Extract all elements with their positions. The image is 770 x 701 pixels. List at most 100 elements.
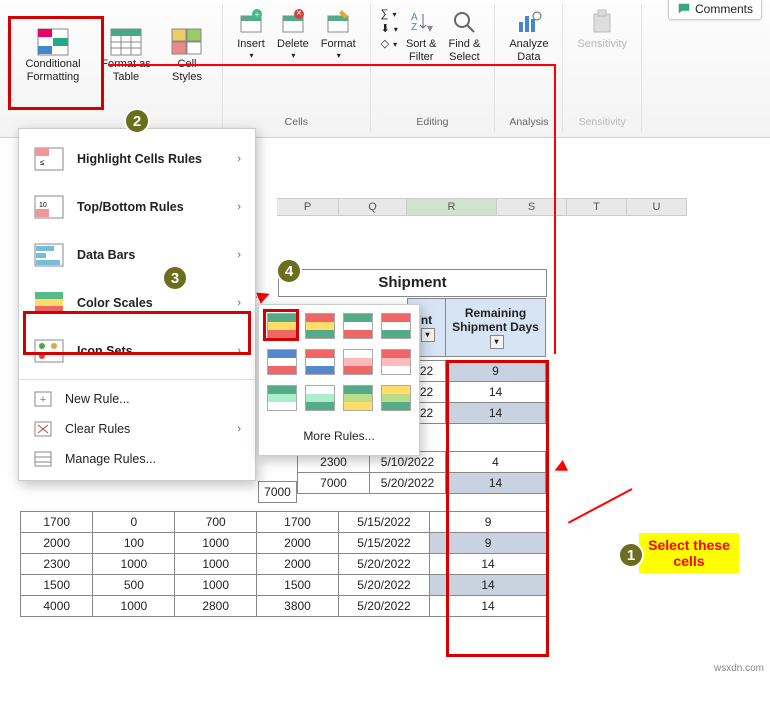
sensitivity-icon [588,8,616,36]
scale-gw[interactable] [267,385,297,411]
scale-wg[interactable] [305,385,335,411]
menu-color-scales[interactable]: Color Scales › [19,279,255,327]
format-label: Format [321,38,356,51]
menu-icon-sets[interactable]: Icon Sets › [19,327,255,375]
table-row: 229 [408,361,546,382]
scale-gyr[interactable] [267,313,297,339]
sort-filter-button[interactable]: AZ Sort & Filter [400,4,443,68]
column-headers: P Q R S T U [277,198,687,216]
col-Q[interactable]: Q [339,199,407,216]
conditional-formatting-label: Conditional Formatting [25,58,80,84]
scale-rw[interactable] [381,349,411,375]
arrow-3-head [256,288,272,304]
table-left-partial: 7000 [258,481,297,503]
cell-styles-button[interactable]: Cell Styles [160,24,214,88]
more-rules-button[interactable]: More Rules... [267,425,411,447]
arrow-1-head [552,460,568,476]
top-bottom-icon: 10 [33,193,65,221]
menu-iconsets-label: Icon Sets [77,344,225,358]
delete-button[interactable]: × Delete▾ [271,4,315,64]
table-row: 23001000100020005/20/202214 [21,554,547,575]
arrow-top-v [554,64,556,354]
chevron-right-icon: › [237,249,241,261]
watermark: wsxdn.com [714,663,764,674]
menu-databars-label: Data Bars [77,248,225,262]
delete-label: Delete [277,38,309,51]
more-rules-label: More Rules... [303,429,374,443]
comments-label: Comments [695,2,753,16]
conditional-formatting-menu: ≤ Highlight Cells Rules › 10 Top/Bottom … [18,128,256,481]
svg-text:+: + [40,394,46,406]
filter-button[interactable]: ▾ [421,328,435,342]
table-title: Shipment [278,269,547,297]
menu-top-bottom[interactable]: 10 Top/Bottom Rules › [19,183,255,231]
format-icon [324,8,352,36]
scale-wr[interactable] [343,349,373,375]
menu-separator [19,379,255,380]
col-S[interactable]: S [497,199,567,216]
svg-text:×: × [296,8,302,19]
icon-sets-icon [33,337,65,365]
manage-rules-icon [33,450,53,468]
find-select-button[interactable]: Find & Select [443,4,487,68]
group-cells-label: Cells [285,116,308,128]
menu-highlight-label: Highlight Cells Rules [77,152,225,166]
table-row: 1700070017005/15/20229 [21,512,547,533]
sensitivity-button: Sensitivity [571,4,633,55]
comments-button[interactable]: Comments [668,0,762,20]
menu-highlight-cells[interactable]: ≤ Highlight Cells Rules › [19,135,255,183]
scale-rwg[interactable] [381,313,411,339]
autosum-button[interactable]: ∑ ▾ [381,8,398,20]
analyze-data-button[interactable]: Analyze Data [503,4,554,68]
cell-styles-label: Cell Styles [172,58,202,84]
fill-button[interactable]: ⬇ ▾ [381,22,398,35]
step-4-badge: 4 [276,258,302,284]
group-editing-label: Editing [416,116,448,128]
color-scales-submenu: More Rules... [258,304,420,456]
menu-manage-rules[interactable]: Manage Rules... [19,444,255,474]
chevron-right-icon: › [237,423,241,435]
data-bars-icon [33,241,65,269]
scale-yg[interactable] [381,385,411,411]
menu-clear-rules[interactable]: Clear Rules › [19,414,255,444]
chevron-right-icon: › [237,153,241,165]
menu-new-rule[interactable]: + New Rule... [19,384,255,414]
menu-data-bars[interactable]: Data Bars › [19,231,255,279]
scale-bwr[interactable] [267,349,297,375]
insert-button[interactable]: + Insert▾ [231,4,271,64]
insert-icon: + [237,8,265,36]
new-rule-icon: + [33,390,53,408]
format-as-table-button[interactable]: Format as Table [94,24,158,88]
col-P[interactable]: P [277,199,339,216]
group-analysis-label: Analysis [509,116,548,128]
color-scale-grid [267,313,411,415]
menu-manage-label: Manage Rules... [65,452,241,466]
ribbon: Comments Conditional Formatting Format a… [0,0,770,138]
step-3-badge: 3 [162,265,188,291]
table-row: 2214 [408,382,546,403]
scale-ryg[interactable] [305,313,335,339]
chevron-right-icon: › [237,201,241,213]
insert-label: Insert [237,38,265,51]
menu-colorscales-label: Color Scales [77,296,225,310]
sensitivity-label: Sensitivity [577,38,627,51]
clear-button[interactable]: ◇ ▾ [381,37,398,50]
col-T[interactable]: T [567,199,627,216]
scale-rwb[interactable] [305,349,335,375]
scale-gy[interactable] [343,385,373,411]
filter-button[interactable]: ▾ [490,335,504,349]
col-U[interactable]: U [627,199,687,216]
svg-text:10: 10 [39,202,47,209]
format-button[interactable]: Format▾ [315,4,362,64]
cell-styles-icon [171,28,203,56]
table-row: 1500500100015005/20/202214 [21,575,547,596]
sort-filter-label: Sort & Filter [406,38,437,64]
table-lower: 1700070017005/15/20229 2000100100020005/… [20,511,547,617]
scale-gwr[interactable] [343,313,373,339]
conditional-formatting-button[interactable]: Conditional Formatting [14,24,92,88]
col-R[interactable]: R [407,199,497,216]
table-row: 2214 [408,403,546,424]
step-2-badge: 2 [124,108,150,134]
arrow-1 [568,488,633,524]
clear-rules-icon [33,420,53,438]
